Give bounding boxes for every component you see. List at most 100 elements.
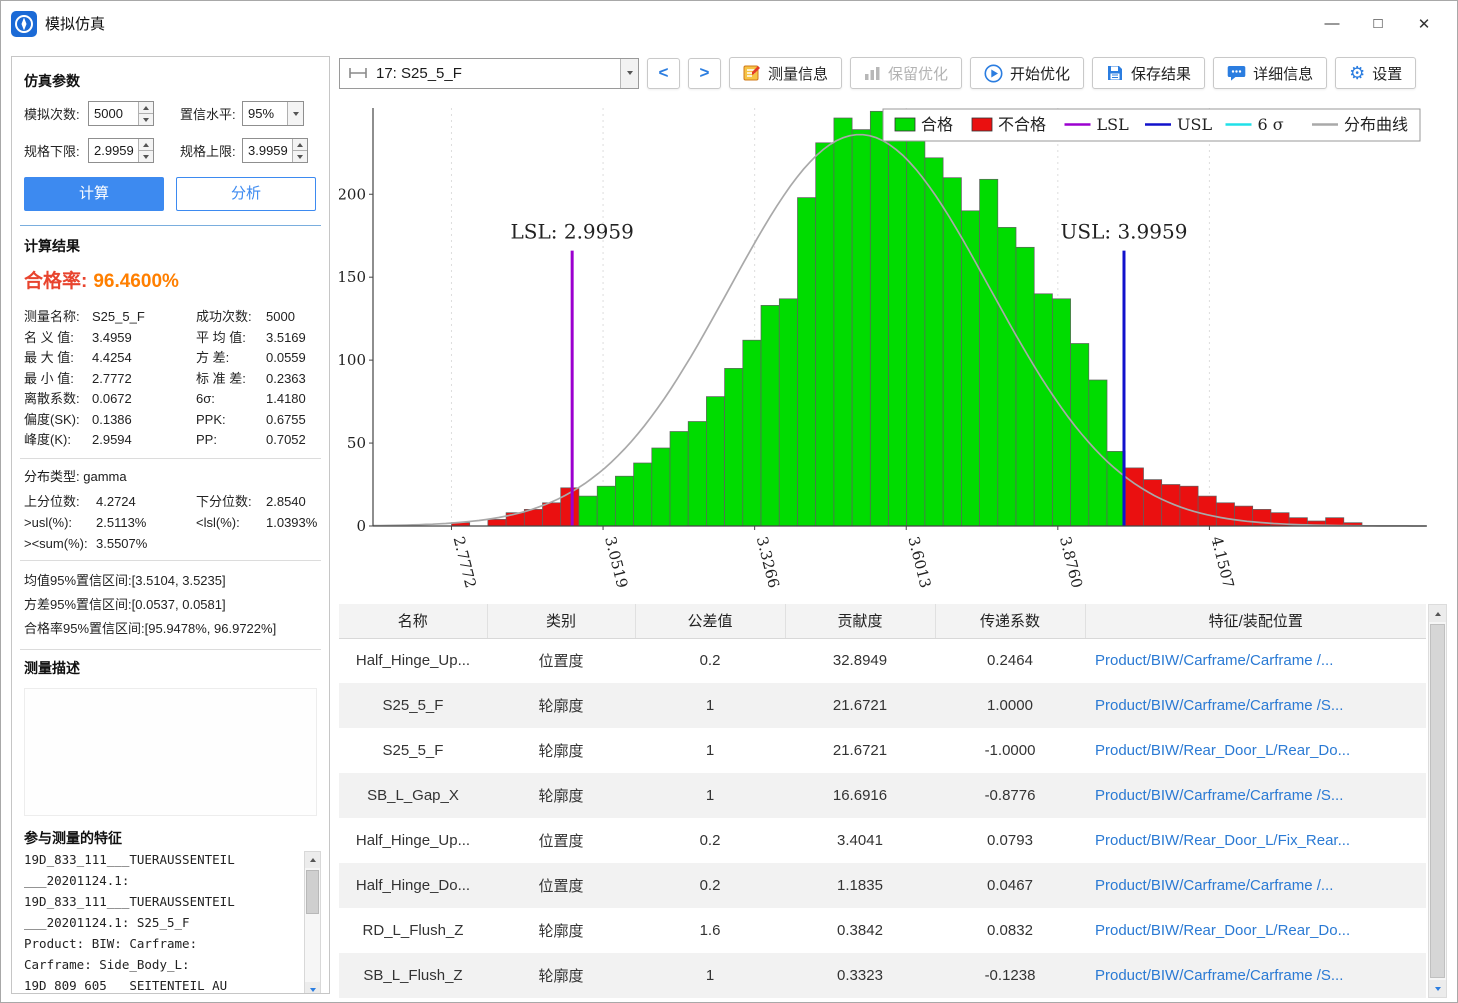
spin-up-icon[interactable]: [297, 143, 303, 147]
cell-contribution: 0.3842: [785, 908, 935, 953]
cell-location-link[interactable]: Product/BIW/Rear_Door_L/Rear_Do...: [1085, 908, 1426, 953]
sim-count-label: 模拟次数:: [24, 104, 88, 123]
save-results-button[interactable]: 保存结果: [1092, 57, 1205, 89]
measurement-selector[interactable]: 17: S25_5_F: [339, 58, 639, 89]
ci-lines: 均值95%置信区间:[3.5104, 3.5235]方差95%置信区间:[0.0…: [24, 569, 317, 641]
cell-name: S25_5_F: [339, 728, 487, 773]
bar-chart-icon: [864, 66, 881, 81]
confidence-dropdown-arrow[interactable]: [287, 102, 303, 125]
cell-name: RD_L_Flush_Z: [339, 908, 487, 953]
cell-coefficient: -1.0000: [935, 728, 1085, 773]
maximize-button[interactable]: □: [1355, 9, 1401, 39]
cell-contribution: 16.6916: [785, 773, 935, 818]
stat-value: 2.7772: [92, 369, 196, 389]
table-row[interactable]: SB_L_Gap_X轮廓度116.6916-0.8776Product/BIW/…: [339, 773, 1426, 818]
table-row[interactable]: Half_Hinge_Do...位置度0.21.18350.0467Produc…: [339, 863, 1426, 908]
stat-value: 1.4180: [266, 389, 317, 409]
features-scrollbar[interactable]: [304, 851, 321, 995]
dist-label: 下分位数:: [196, 493, 266, 510]
scroll-thumb[interactable]: [1430, 624, 1445, 978]
cell-location-link[interactable]: Product/BIW/Carframe/Carframe /...: [1085, 638, 1426, 683]
spin-down-icon[interactable]: [143, 118, 149, 122]
spin-up-icon[interactable]: [143, 143, 149, 147]
toolbar: 17: S25_5_F < > 测量信息 保留优化: [339, 56, 1451, 90]
sim-count-value: 5000: [89, 102, 138, 125]
column-header[interactable]: 传递系数: [935, 604, 1085, 638]
spin-down-icon[interactable]: [297, 155, 303, 159]
close-button[interactable]: ✕: [1401, 9, 1447, 39]
scroll-up-button[interactable]: [305, 852, 320, 868]
dist-label: 上分位数:: [24, 493, 96, 510]
arrow-down-icon: [1435, 987, 1441, 991]
scroll-up-button[interactable]: [1429, 605, 1446, 622]
table-scrollbar[interactable]: [1428, 604, 1447, 998]
cell-location-link[interactable]: Product/BIW/Rear_Door_L/Fix_Rear...: [1085, 818, 1426, 863]
column-header[interactable]: 名称: [339, 604, 487, 638]
table-row[interactable]: S25_5_F轮廓度121.67211.0000Product/BIW/Carf…: [339, 683, 1426, 728]
details-button[interactable]: 详细信息: [1213, 57, 1327, 89]
next-measurement-button[interactable]: >: [688, 58, 721, 89]
stat-value: 0.1386: [92, 410, 196, 430]
column-header[interactable]: 特征/装配位置: [1085, 604, 1426, 638]
measure-info-label: 测量信息: [768, 63, 828, 84]
sim-count-input[interactable]: 5000: [88, 101, 154, 126]
measurement-description-box[interactable]: [24, 688, 317, 816]
cell-coefficient: 0.0832: [935, 908, 1085, 953]
scroll-thumb[interactable]: [306, 870, 319, 914]
cell-coefficient: 1.0000: [935, 683, 1085, 728]
features-text[interactable]: 19D_833_111___TUERAUSSENTEIL___20201124.…: [24, 849, 317, 995]
column-header[interactable]: 公差值: [635, 604, 785, 638]
stat-label: 平 均 值:: [196, 328, 266, 348]
measure-info-icon: [743, 64, 761, 82]
cell-tolerance: 0.2: [635, 818, 785, 863]
spin-down-icon[interactable]: [143, 155, 149, 159]
table-row[interactable]: RD_L_Flush_Z轮廓度1.60.38420.0832Product/BI…: [339, 908, 1426, 953]
spec-lsl-input[interactable]: 2.9959: [88, 138, 154, 163]
table-row[interactable]: SB_L_Flush_Z轮廓度10.3323-0.1238Product/BIW…: [339, 953, 1426, 998]
calculate-button[interactable]: 计算: [24, 177, 164, 211]
table-body: Half_Hinge_Up...位置度0.232.89490.2464Produ…: [339, 638, 1426, 998]
spec-usl-spinner[interactable]: [292, 139, 307, 162]
stat-label: 测量名称:: [24, 307, 92, 327]
cell-category: 轮廓度: [487, 683, 635, 728]
stat-label: 方 差:: [196, 348, 266, 368]
selector-dropdown-arrow[interactable]: [620, 59, 638, 88]
svg-text:3.0519: 3.0519: [601, 535, 631, 590]
cell-location-link[interactable]: Product/BIW/Carframe/Carframe /S...: [1085, 773, 1426, 818]
cell-location-link[interactable]: Product/BIW/Carframe/Carframe /...: [1085, 863, 1426, 908]
cell-tolerance: 1: [635, 773, 785, 818]
scroll-down-button[interactable]: [1429, 980, 1446, 997]
analyze-button[interactable]: 分析: [176, 177, 316, 211]
feature-line: ___20201124.1:: [24, 870, 297, 891]
spec-lsl-spinner[interactable]: [138, 139, 153, 162]
cell-contribution: 21.6721: [785, 683, 935, 728]
cell-location-link[interactable]: Product/BIW/Carframe/Carframe /S...: [1085, 953, 1426, 998]
column-header[interactable]: 类别: [487, 604, 635, 638]
cell-location-link[interactable]: Product/BIW/Rear_Door_L/Rear_Do...: [1085, 728, 1426, 773]
svg-text:100: 100: [339, 351, 366, 369]
contribution-table-area: 名称类别公差值贡献度传递系数特征/装配位置 Half_Hinge_Up...位置…: [339, 604, 1447, 998]
app-logo-icon: [11, 11, 37, 37]
table-row[interactable]: S25_5_F轮廓度121.6721-1.0000Product/BIW/Rea…: [339, 728, 1426, 773]
svg-text:USL: USL: [1177, 115, 1212, 134]
stat-value: 2.9594: [92, 430, 196, 450]
prev-measurement-button[interactable]: <: [647, 58, 680, 89]
spec-usl-input[interactable]: 3.9959: [242, 138, 308, 163]
cell-location-link[interactable]: Product/BIW/Carframe/Carframe /S...: [1085, 683, 1426, 728]
scroll-down-button[interactable]: [305, 982, 320, 995]
column-header[interactable]: 贡献度: [785, 604, 935, 638]
measure-info-button[interactable]: 测量信息: [729, 57, 842, 89]
spin-up-icon[interactable]: [143, 106, 149, 110]
sim-count-spinner[interactable]: [138, 102, 153, 125]
gear-icon: ⚙: [1349, 64, 1365, 82]
svg-text:6 σ: 6 σ: [1258, 115, 1284, 134]
table-row[interactable]: Half_Hinge_Up...位置度0.232.89490.2464Produ…: [339, 638, 1426, 683]
title-bar: 模拟仿真 — □ ✕: [1, 1, 1457, 46]
start-optimization-button[interactable]: 开始优化: [970, 57, 1084, 89]
cell-contribution: 1.1835: [785, 863, 935, 908]
table-row[interactable]: Half_Hinge_Up...位置度0.23.40410.0793Produc…: [339, 818, 1426, 863]
confidence-select[interactable]: 95%: [242, 101, 304, 126]
settings-button[interactable]: ⚙ 设置: [1335, 57, 1416, 89]
svg-text:分布曲线: 分布曲线: [1344, 115, 1408, 134]
minimize-button[interactable]: —: [1309, 9, 1355, 39]
